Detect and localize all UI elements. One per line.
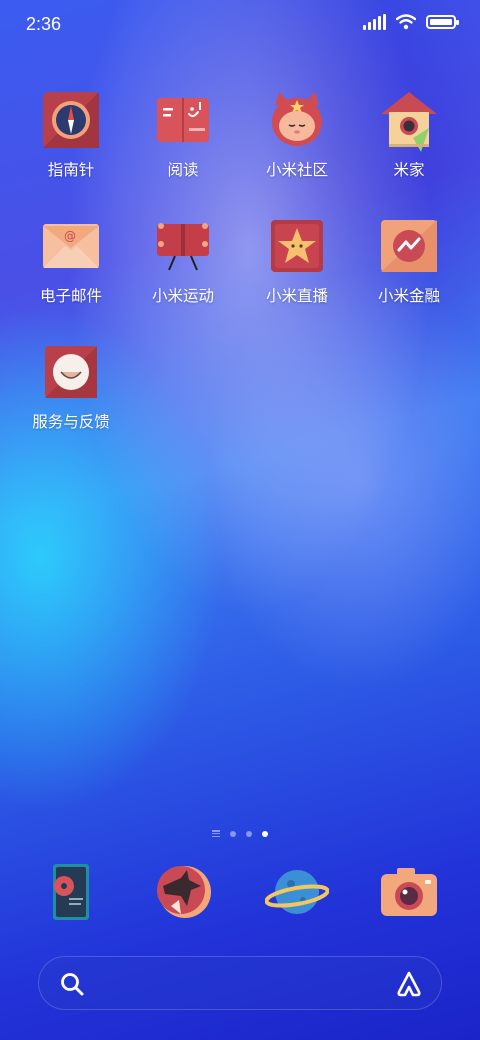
app-label: 阅读 — [167, 161, 199, 179]
status-icons — [363, 14, 459, 30]
app-compass[interactable]: 指南针 — [14, 88, 128, 180]
planet-icon — [265, 870, 329, 914]
smiley-face-icon — [45, 346, 97, 398]
app-mi-live[interactable]: 小米直播 — [240, 214, 354, 306]
app-label: 小米直播 — [265, 287, 328, 305]
app-label: 小米运动 — [151, 287, 214, 305]
music-player-icon — [53, 864, 89, 920]
menu-indicator-icon — [212, 830, 220, 837]
app-mijia[interactable]: 米家 — [352, 88, 466, 180]
app-email[interactable]: @ 电子邮件 — [14, 214, 128, 306]
app-reading[interactable]: 阅读 — [126, 88, 240, 180]
book-icon — [157, 98, 209, 142]
page-indicator[interactable] — [0, 830, 480, 837]
cat-mascot-icon — [272, 92, 322, 146]
status-time: 2:36 — [26, 14, 62, 34]
star-icon — [271, 220, 323, 272]
app-mi-finance[interactable]: 小米金融 — [352, 214, 466, 306]
camera-icon — [381, 868, 437, 916]
app-label: 电子邮件 — [39, 287, 102, 305]
app-label: 米家 — [393, 161, 425, 179]
voice-assistant-icon[interactable] — [395, 970, 423, 998]
search-icon[interactable] — [59, 971, 85, 997]
app-label: 服务与反馈 — [32, 413, 110, 431]
svg-text:@: @ — [64, 229, 76, 243]
page-dot[interactable] — [246, 830, 252, 837]
page-dot-active[interactable] — [262, 830, 268, 837]
dock — [0, 860, 480, 930]
dock-app-planet[interactable] — [240, 860, 354, 924]
chart-growth-icon — [381, 220, 437, 272]
birdhouse-icon — [381, 92, 437, 152]
banner-icon — [157, 223, 209, 271]
dock-app-browser[interactable] — [126, 860, 240, 924]
app-label: 小米金融 — [377, 287, 440, 305]
battery-icon — [426, 15, 459, 29]
app-service-feedback[interactable]: 服务与反馈 — [14, 340, 128, 432]
app-xiaomi-community[interactable]: 小米社区 — [240, 88, 354, 180]
browser-icon — [157, 866, 211, 918]
dock-app-music[interactable] — [14, 860, 128, 924]
search-bar[interactable] — [38, 956, 442, 1010]
cellular-signal-icon — [363, 14, 386, 30]
app-mi-fit[interactable]: 小米运动 — [126, 214, 240, 306]
app-label: 指南针 — [47, 161, 95, 179]
wifi-icon — [396, 14, 416, 30]
status-bar: 2:36 — [0, 0, 480, 50]
compass-icon — [43, 92, 99, 148]
app-label: 小米社区 — [265, 161, 328, 179]
page-dot[interactable] — [230, 830, 236, 837]
dock-app-camera[interactable] — [352, 860, 466, 924]
envelope-icon: @ — [43, 224, 99, 268]
